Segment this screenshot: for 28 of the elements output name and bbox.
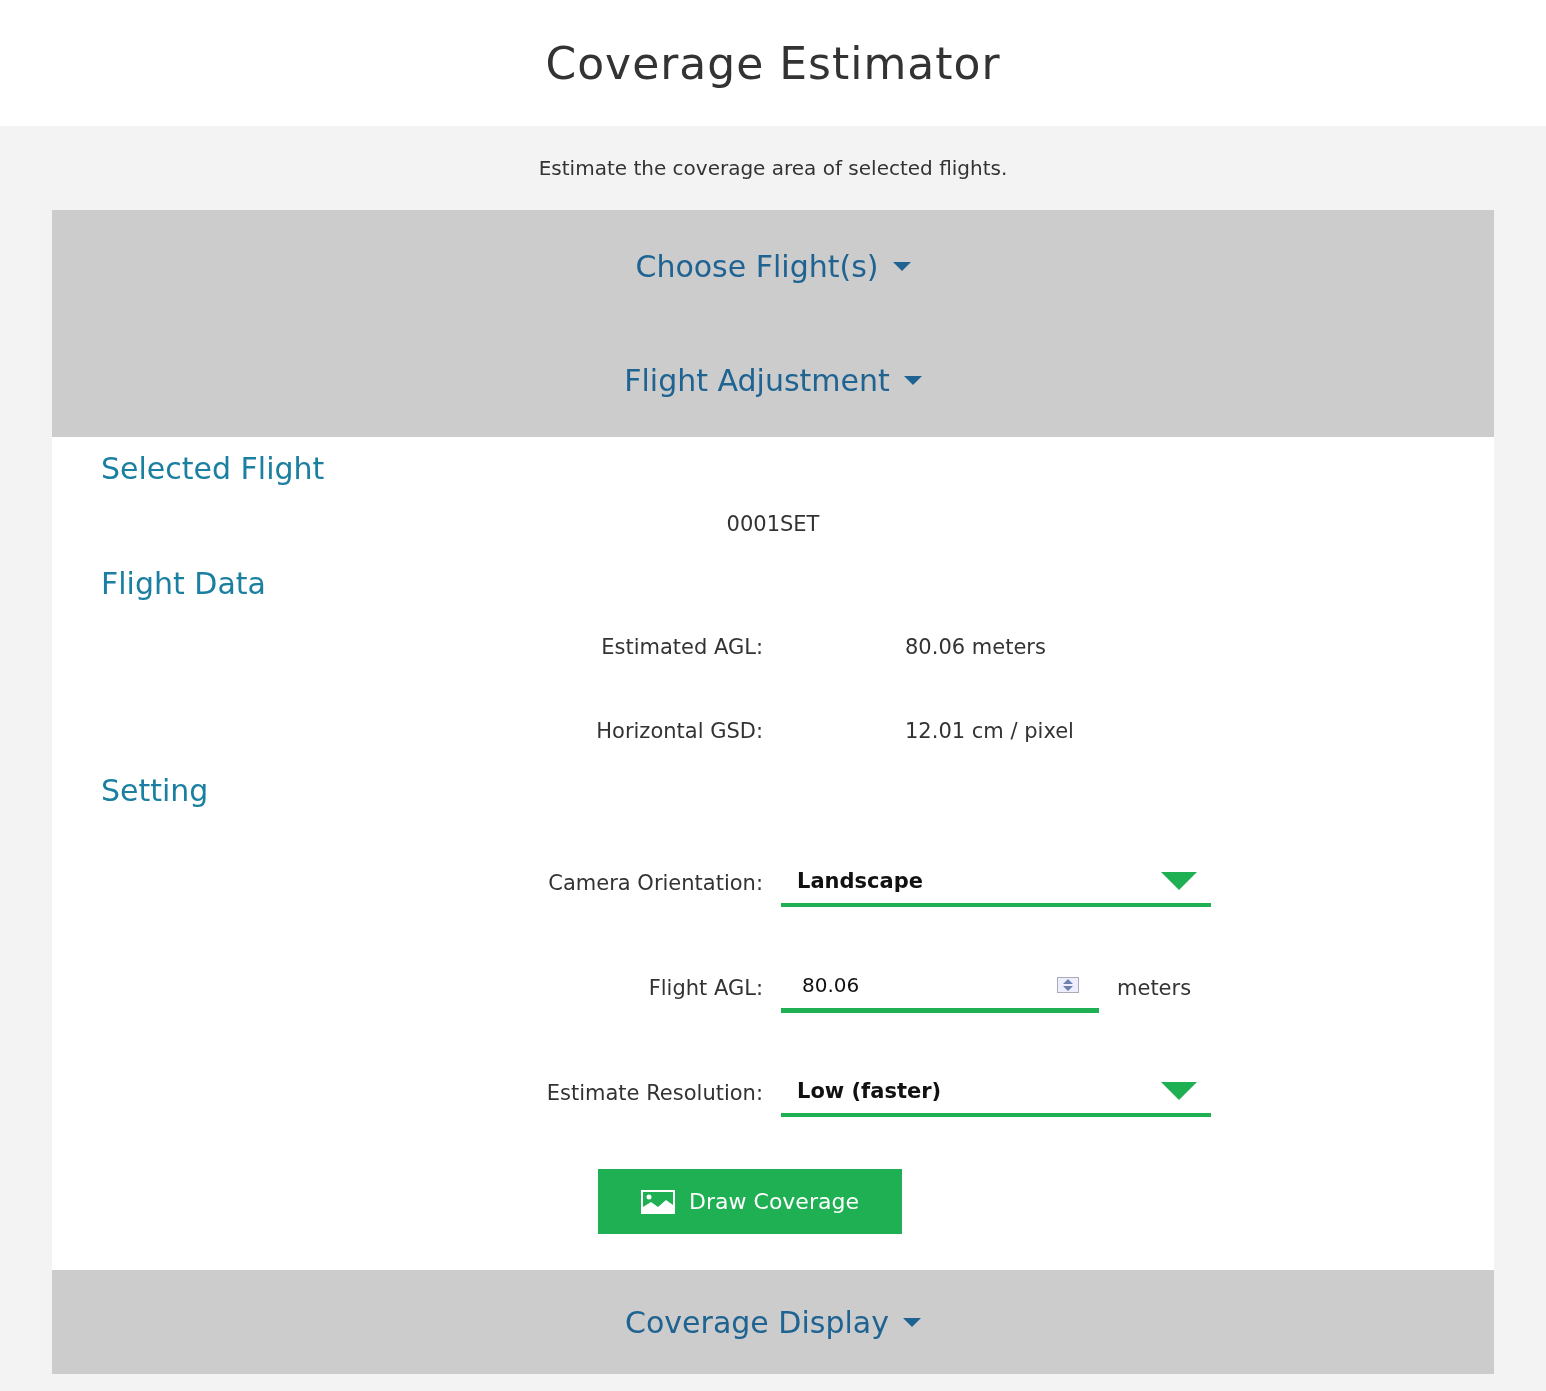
data-label: Horizontal GSD: [596, 719, 763, 743]
spinner-icon[interactable] [1057, 977, 1079, 993]
select-field[interactable]: Low (faster) [781, 1068, 1211, 1117]
caret-icon [1161, 1081, 1197, 1100]
data-value: 12.01 cm / pixel [905, 719, 1074, 743]
data-value: 80.06 meters [905, 635, 1046, 659]
number-field[interactable]: 80.06 [781, 962, 1099, 1013]
caret-icon [902, 1317, 921, 1327]
accordion-header[interactable]: Choose Flight(s) [52, 210, 1494, 323]
section-heading: Selected Flight [101, 451, 326, 486]
accordion-header[interactable]: Flight Adjustment [52, 323, 1494, 437]
select-field[interactable]: Landscape [781, 858, 1211, 907]
field-label: Estimate Resolution: [546, 1080, 763, 1105]
flight-id: 0001SET [725, 512, 821, 536]
section-heading: Flight Data [101, 566, 267, 601]
caret-icon [903, 375, 922, 385]
draw-coverage-button[interactable]: Draw Coverage [598, 1169, 902, 1234]
data-label: Estimated AGL: [601, 635, 763, 659]
unit-label: meters [1117, 975, 1192, 1000]
page-subtitle: Estimate the coverage area of selected flights. [537, 155, 1009, 182]
accordion-header[interactable]: Coverage Display [52, 1270, 1494, 1374]
caret-icon [892, 262, 911, 271]
field-label: Camera Orientation: [548, 870, 763, 895]
image-icon [641, 1189, 676, 1214]
page-title: Coverage Estimator [545, 37, 1001, 89]
field-label: Flight AGL: [648, 975, 763, 1000]
caret-icon [1161, 871, 1197, 890]
section-heading: Setting [101, 773, 210, 808]
